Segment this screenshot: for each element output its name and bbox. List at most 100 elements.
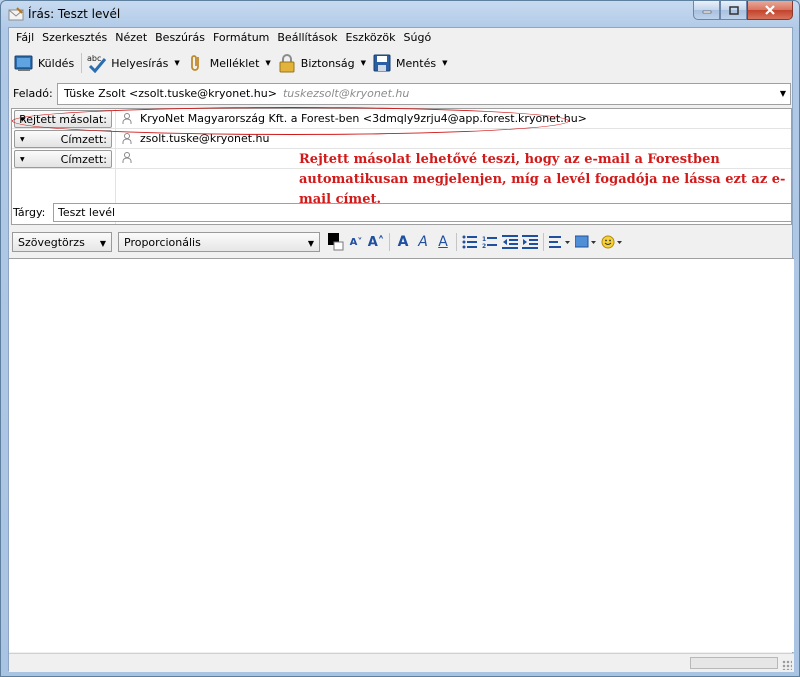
indent-icon [522,235,538,249]
subject-input[interactable]: Teszt levél [53,203,792,222]
send-button[interactable]: Küldés [12,50,78,76]
window-controls [693,1,793,21]
toolbar-separator [81,53,83,73]
bold-icon: A [397,234,409,250]
bullet-list-icon [462,235,477,249]
spellcheck-dropdown-icon[interactable]: ▼ [174,59,179,67]
spellcheck-icon: abc [87,54,107,73]
chevron-down-icon: ▼ [20,156,25,163]
menu-help[interactable]: Súgó [400,28,436,48]
italic-button[interactable]: A [413,232,433,252]
person-icon [122,133,132,144]
align-icon [549,236,570,248]
indent-button[interactable] [520,232,540,252]
main-toolbar: Küldés abc Helyesírás ▼ Melléklet ▼ Bizt… [9,49,794,77]
format-separator [543,233,544,251]
format-separator [456,233,457,251]
annotation-note: Rejtett másolat lehetővé teszi, hogy az … [299,152,786,207]
status-panel [690,657,778,669]
font-larger-icon: A˄ [367,234,385,250]
security-button[interactable]: Biztonság ▼ [275,50,370,76]
send-icon [14,55,33,71]
maximize-icon [728,5,739,15]
chevron-down-icon: ▼ [20,136,25,143]
from-alias: tuskezsolt@kryonet.hu [282,87,410,100]
recipient-type-label: Címzett: [60,133,107,146]
insert-object-button[interactable] [573,232,599,252]
text-color-button[interactable] [326,232,346,252]
bold-button[interactable]: A [393,232,413,252]
attach-dropdown-icon[interactable]: ▼ [265,59,270,67]
format-separator [389,233,390,251]
svg-text:1: 1 [482,236,486,243]
smiley-button[interactable] [599,232,625,252]
attach-label: Melléklet [209,56,260,70]
menu-format[interactable]: Formátum [209,28,273,48]
smiley-icon [601,235,622,249]
status-bar [9,653,794,672]
from-value: Tüske Zsolt <zsolt.tuske@kryonet.hu> [64,87,277,100]
save-dropdown-icon[interactable]: ▼ [442,59,447,67]
font-select[interactable]: Proporcionális ▼ [118,232,320,252]
recipient-address-field[interactable] [122,152,140,163]
menu-bar: Fájl Szerkesztés Nézet Beszúrás Formátum… [9,28,794,48]
window-client: Fájl Szerkesztés Nézet Beszúrás Formátum… [8,27,794,672]
italic-icon: A [418,234,428,250]
paragraph-style-select[interactable]: Szövegtörzs ▼ [12,232,112,252]
send-label: Küldés [38,56,75,70]
title-bar[interactable]: Írás: Teszt levél [1,1,799,27]
chevron-down-icon: ▼ [99,239,106,248]
minimize-icon [702,10,711,14]
paperclip-icon [190,55,199,71]
chevron-down-icon: ▼ [307,239,314,248]
numbered-list-button[interactable]: 12 [480,232,500,252]
recipient-type-button[interactable]: ▼ Címzett: [14,130,112,148]
underline-icon: A [438,234,448,250]
paragraph-style-value: Szövegtörzs [18,236,85,249]
font-larger-button[interactable]: A˄ [366,232,386,252]
compose-app-icon [8,7,24,21]
format-toolbar: Szövegtörzs ▼ Proporcionális ▼ A˅ A˄ A A… [9,228,794,256]
maximize-button[interactable] [720,1,747,20]
compose-window: Írás: Teszt levél Fájl Szerkesztés Nézet… [0,0,800,677]
window-title: Írás: Teszt levél [28,7,121,21]
lock-icon [279,54,295,73]
font-value: Proporcionális [124,236,201,249]
security-label: Biztonság [300,56,355,70]
subject-label: Tárgy: [13,206,46,219]
text-color-icon [328,233,344,251]
security-dropdown-icon[interactable]: ▼ [361,59,366,67]
menu-view[interactable]: Nézet [111,28,151,48]
save-button[interactable]: Mentés ▼ [370,50,451,76]
menu-options[interactable]: Beállítások [273,28,341,48]
person-icon [122,152,132,163]
close-icon [765,5,775,15]
outdent-button[interactable] [500,232,520,252]
from-dropdown-icon[interactable]: ▼ [780,89,786,98]
message-body-editor[interactable] [9,258,794,652]
close-button[interactable] [747,1,793,20]
font-smaller-icon: A˅ [349,236,363,248]
highlight-ellipse [12,107,569,135]
minimize-button[interactable] [693,1,720,20]
spellcheck-label: Helyesírás [111,56,169,70]
outdent-icon [502,235,518,249]
resize-grip-icon[interactable] [782,660,792,670]
save-icon [373,54,391,72]
align-button[interactable] [547,232,573,252]
spellcheck-button[interactable]: abc Helyesírás ▼ [85,50,184,76]
attach-button[interactable]: Melléklet ▼ [184,50,275,76]
menu-insert[interactable]: Beszúrás [151,28,209,48]
save-label: Mentés [396,56,437,70]
recipient-type-button[interactable]: ▼ Címzett: [14,150,112,168]
menu-edit[interactable]: Szerkesztés [38,28,111,48]
from-label: Feladó: [13,87,53,100]
font-smaller-button[interactable]: A˅ [346,232,366,252]
from-select[interactable]: Tüske Zsolt <zsolt.tuske@kryonet.hu> tusk… [57,83,791,105]
recipient-type-label: Címzett: [60,153,107,166]
numbered-list-icon: 12 [482,236,497,249]
underline-button[interactable]: A [433,232,453,252]
menu-file[interactable]: Fájl [12,28,38,48]
menu-tools[interactable]: Eszközök [342,28,400,48]
bullet-list-button[interactable] [460,232,480,252]
